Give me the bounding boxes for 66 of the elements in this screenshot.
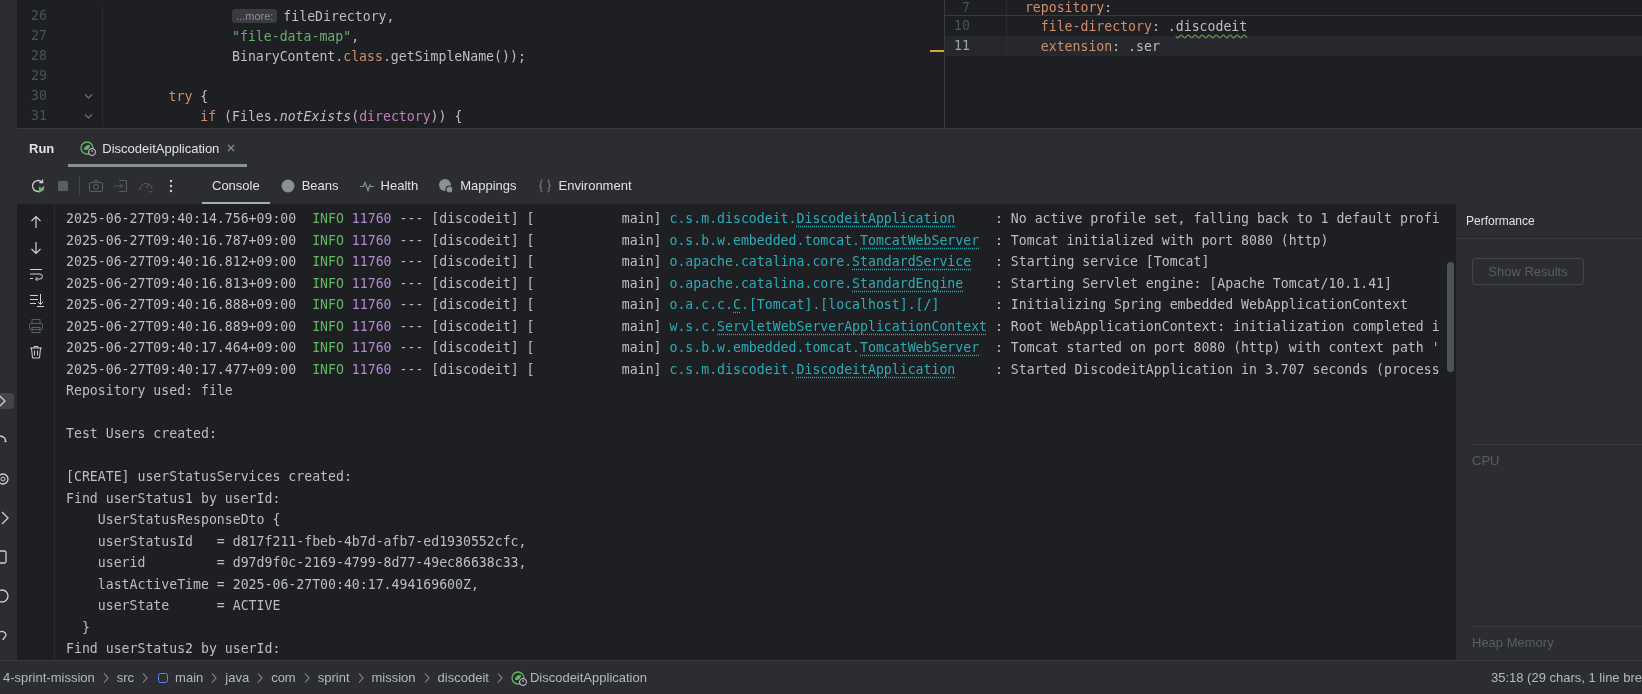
app-run-icon (80, 140, 97, 156)
log-line: 2025-06-27T09:40:17.477+09:00 INFO 11760 --- [discodeit] [ main] c.s.m.discodeit.DiscodeitApplication : Started DiscodeitApplication in 3.707 seconds (process (66, 360, 1440, 379)
console-text: userid = d97d9f0c-2169-4799-8d77-49ec86638c33, (97, 555, 527, 570)
console-text: Test Users created: (66, 426, 217, 441)
view-tab[interactable]: Environment (526, 167, 642, 204)
wrap-icon[interactable] (27, 266, 44, 282)
fold-chevron-icon[interactable] (84, 112, 93, 120)
log-line: 2025-06-27T09:40:16.812+09:00 INFO 11760 --- [discodeit] [ main] o.apache.catalina.core.StandardService : Starting service [Tomcat] (66, 253, 1210, 271)
caret-position[interactable]: 35:18 (29 chars, 1 line bre (1490, 670, 1642, 685)
trash-icon[interactable] (27, 344, 44, 360)
view-tab[interactable]: Beans (269, 167, 349, 204)
app-run-icon (510, 669, 527, 686)
console-text: UserStatusResponseDto { (97, 512, 281, 527)
console-text: } (81, 619, 90, 635)
bean-icon (279, 177, 296, 194)
log-line: 2025-06-27T09:40:17.464+09:00 INFO 11760 --- [discodeit] [ main] o.s.b.w.embedded.tomcat.TomcatWebServer : Tomcat started on port 8080 (http) with context path ' (66, 339, 1440, 357)
console-text: Find userStatus2 by userId: (66, 641, 281, 656)
code-line: repository: (1024, 0, 1113, 15)
rerun-icon[interactable] (30, 177, 46, 194)
fold-chevron-icon[interactable] (84, 92, 93, 100)
line-number: 11 (953, 37, 970, 55)
panel-title: Run (29, 140, 55, 156)
code-line: try { (168, 88, 209, 104)
chevron-icon (101, 671, 110, 684)
console-text: Repository used: file (66, 383, 233, 398)
breadcrumb-item[interactable]: sprint (317, 670, 350, 685)
log-line: 2025-06-27T09:40:16.889+09:00 INFO 11760 --- [discodeit] [ main] w.s.c.ServletWebServerApplicationContext : Root WebApplicationContext: initialization completed i (66, 317, 1440, 336)
chevron-icon (256, 671, 265, 684)
console-text: Find userStatus1 by userId: (66, 490, 281, 506)
log-line: 2025-06-27T09:40:14.756+09:00 INFO 11760 --- [discodeit] [ main] c.s.m.discodeit.DiscodeitApplication : No active profile set, falling back to 1 default profi (66, 210, 1440, 228)
breadcrumb-item[interactable]: com (271, 670, 296, 685)
console-text: userState = ACTIVE (97, 598, 281, 613)
chevron-icon (495, 671, 504, 684)
log-line: 2025-06-27T09:40:16.888+09:00 INFO 11760 --- [discodeit] [ main] o.a.c.c.C.[Tomcat].[localhost].[/] : Initializing Spring embedded WebApplicationContext (66, 296, 1408, 314)
console-text: lastActiveTime = 2025-06-27T00:40:17.494169600Z, (97, 576, 479, 592)
panel-title: Performance (1456, 204, 1642, 239)
chevron-icon (210, 671, 219, 684)
view-tab[interactable]: Health (348, 167, 429, 204)
breadcrumb-item[interactable]: mission (371, 670, 416, 685)
chevron-icon (302, 671, 311, 684)
breadcrumb-item[interactable]: 4-sprint-mission (3, 670, 95, 685)
code-line: if (Files.notExists(directory)) { (200, 108, 463, 124)
code-line: "file-data-map", (232, 28, 360, 44)
breadcrumb-item[interactable]: java (225, 670, 250, 685)
mapping-icon (438, 177, 455, 194)
console-text: [CREATE] userStatusServices created: (66, 469, 352, 484)
chevron-icon (356, 671, 365, 684)
log-line: 2025-06-27T09:40:16.813+09:00 INFO 11760 --- [discodeit] [ main] o.apache.catalina.core.StandardEngine : Starting Servlet engine: [Apache Tomcat/10.1.41] (66, 274, 1392, 293)
chevron-icon (422, 671, 431, 684)
change-marker (930, 50, 944, 52)
breadcrumb-item[interactable]: main (156, 669, 204, 686)
view-tab[interactable]: Mappings (428, 167, 527, 204)
inlay-hint[interactable]: ...more: (232, 9, 278, 23)
code-line: file-directory: .discodeit (1040, 18, 1248, 34)
code-line: extension: .ser (1040, 38, 1160, 54)
tool-window-icon[interactable] (0, 393, 14, 409)
breadcrumb-item[interactable]: DiscodeitApplication (510, 669, 647, 686)
chevron-icon (141, 671, 150, 684)
scrollbar[interactable] (1447, 262, 1454, 372)
log-line: 2025-06-27T09:40:16.787+09:00 INFO 11760 --- [discodeit] [ main] o.s.b.w.embedded.tomcat.TomcatWebServer : Tomcat initialized with port 8080 (http) (66, 231, 1329, 250)
breadcrumb-item[interactable]: discodeit (437, 670, 489, 685)
console-text: userStatusId = d817f211-fbeb-4b7d-afb7-ed1930552cfc, (97, 533, 527, 549)
code-line: BinaryContent.class.getSimpleName()); (232, 48, 526, 64)
scroll-to-end-icon[interactable] (27, 292, 44, 308)
code-line: fileDirectory, (283, 8, 395, 24)
breadcrumb-item[interactable]: src (116, 670, 135, 685)
